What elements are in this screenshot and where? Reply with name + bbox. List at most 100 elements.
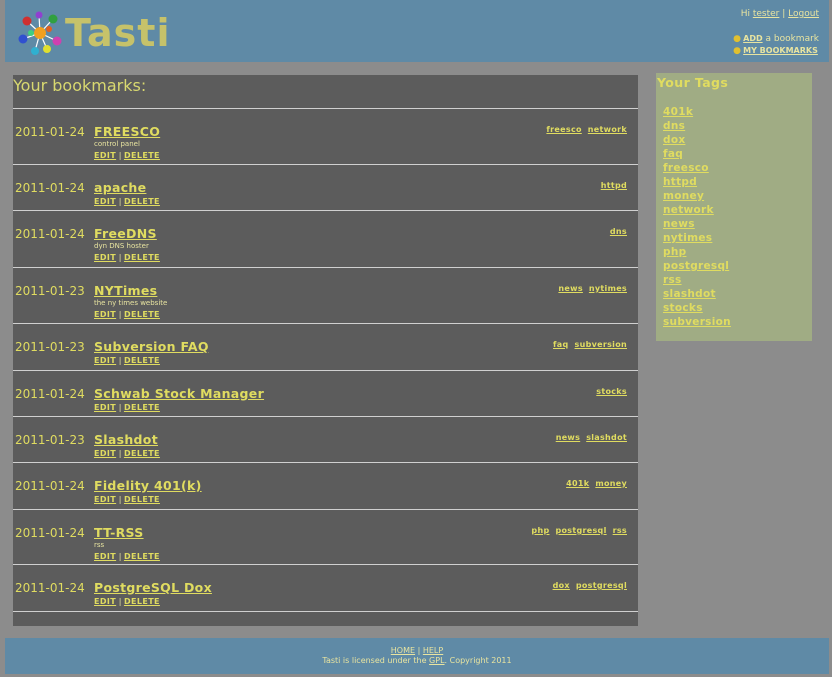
separator: | bbox=[118, 310, 122, 319]
tag-link[interactable]: slashdot bbox=[663, 287, 731, 301]
tag-link[interactable]: nytimes bbox=[589, 284, 627, 293]
bookmark-tags: 401k money bbox=[560, 479, 627, 488]
bullet-icon: ● bbox=[733, 46, 741, 56]
tag-link[interactable]: faq bbox=[663, 147, 731, 161]
help-link[interactable]: HELP bbox=[423, 646, 443, 655]
tag-link[interactable]: stocks bbox=[663, 301, 731, 315]
tag-link[interactable]: dox bbox=[663, 133, 731, 147]
delete-link[interactable]: DELETE bbox=[124, 253, 160, 262]
bookmark-row: 2011-01-24 apache EDIT | DELETE httpd bbox=[13, 165, 638, 211]
edit-link[interactable]: EDIT bbox=[94, 597, 116, 606]
home-link[interactable]: HOME bbox=[391, 646, 415, 655]
bookmark-tags: news nytimes bbox=[552, 284, 627, 293]
tag-link[interactable]: faq bbox=[553, 340, 569, 349]
tag-link[interactable]: rss bbox=[613, 526, 627, 535]
bookmark-tags: freesco network bbox=[540, 125, 627, 134]
tag-link[interactable]: postgresql bbox=[663, 259, 731, 273]
delete-link[interactable]: DELETE bbox=[124, 356, 160, 365]
header: Tasti Hi tester | Logout ● ADD a bookmar… bbox=[5, 0, 829, 62]
bookmark-tags: news slashdot bbox=[550, 433, 627, 442]
delete-link[interactable]: DELETE bbox=[124, 495, 160, 504]
tag-link[interactable]: freesco bbox=[546, 125, 581, 134]
tag-link[interactable]: 401k bbox=[663, 105, 731, 119]
bookmark-title-link[interactable]: Schwab Stock Manager bbox=[94, 386, 264, 401]
my-bookmarks-link[interactable]: MY BOOKMARKS bbox=[743, 46, 818, 55]
bookmark-tags: dox postgresql bbox=[547, 581, 627, 590]
tag-link[interactable]: news bbox=[558, 284, 582, 293]
tag-link[interactable]: 401k bbox=[566, 479, 589, 488]
bookmark-description: control panel bbox=[94, 140, 140, 148]
tag-link[interactable]: money bbox=[663, 189, 731, 203]
delete-link[interactable]: DELETE bbox=[124, 151, 160, 160]
edit-link[interactable]: EDIT bbox=[94, 495, 116, 504]
tag-link[interactable]: news bbox=[663, 217, 731, 231]
tag-link[interactable]: stocks bbox=[596, 387, 627, 396]
bookmarks-panel: Your bookmarks: 2011-01-24 FREESCO control… bbox=[13, 75, 638, 626]
delete-link[interactable]: DELETE bbox=[124, 197, 160, 206]
tag-link[interactable]: slashdot bbox=[586, 433, 627, 442]
bookmark-date: 2011-01-24 bbox=[15, 181, 85, 195]
my-bookmarks-row: ● MY BOOKMARKS bbox=[733, 45, 819, 57]
edit-link[interactable]: EDIT bbox=[94, 151, 116, 160]
tag-link[interactable]: dns bbox=[610, 227, 627, 236]
bookmark-actions: EDIT | DELETE bbox=[94, 495, 160, 504]
edit-link[interactable]: EDIT bbox=[94, 449, 116, 458]
tag-link[interactable]: rss bbox=[663, 273, 731, 287]
tag-link[interactable]: httpd bbox=[601, 181, 627, 190]
gpl-link[interactable]: GPL bbox=[429, 656, 444, 665]
bookmark-title-link[interactable]: apache bbox=[94, 180, 146, 195]
edit-link[interactable]: EDIT bbox=[94, 356, 116, 365]
bookmark-date: 2011-01-24 bbox=[15, 581, 85, 595]
tag-link[interactable]: php bbox=[663, 245, 731, 259]
bookmark-title-link[interactable]: NYTimes bbox=[94, 283, 157, 298]
delete-link[interactable]: DELETE bbox=[124, 597, 160, 606]
bookmark-title-link[interactable]: TT-RSS bbox=[94, 525, 144, 540]
app-name[interactable]: Tasti bbox=[65, 12, 170, 54]
tasti-logo-icon[interactable] bbox=[17, 11, 63, 55]
bookmark-title-link[interactable]: Slashdot bbox=[94, 432, 158, 447]
tag-link[interactable]: subversion bbox=[663, 315, 731, 329]
bookmark-date: 2011-01-24 bbox=[15, 479, 85, 493]
bookmark-date: 2011-01-24 bbox=[15, 387, 85, 401]
tag-link[interactable]: news bbox=[556, 433, 580, 442]
tag-link[interactable]: postgresql bbox=[555, 526, 606, 535]
tag-link[interactable]: freesco bbox=[663, 161, 731, 175]
tag-link[interactable]: php bbox=[531, 526, 549, 535]
delete-link[interactable]: DELETE bbox=[124, 449, 160, 458]
bookmark-title-link[interactable]: PostgreSQL Dox bbox=[94, 580, 212, 595]
tag-link[interactable]: network bbox=[588, 125, 627, 134]
bookmark-tags: php postgresql rss bbox=[525, 526, 627, 535]
add-bookmark-link[interactable]: ADD bbox=[743, 34, 762, 43]
tag-link[interactable]: postgresql bbox=[576, 581, 627, 590]
edit-link[interactable]: EDIT bbox=[94, 197, 116, 206]
edit-link[interactable]: EDIT bbox=[94, 403, 116, 412]
bookmark-title-link[interactable]: FreeDNS bbox=[94, 226, 157, 241]
bookmark-row: 2011-01-24 TT-RSS rss EDIT | DELETE php postg… bbox=[13, 510, 638, 565]
bookmark-date: 2011-01-23 bbox=[15, 433, 85, 447]
delete-link[interactable]: DELETE bbox=[124, 552, 160, 561]
bookmark-tags: dns bbox=[604, 227, 627, 236]
tag-link[interactable]: httpd bbox=[663, 175, 731, 189]
username-link[interactable]: tester bbox=[753, 9, 780, 19]
edit-link[interactable]: EDIT bbox=[94, 253, 116, 262]
separator: | bbox=[118, 449, 122, 458]
bookmark-row: 2011-01-24 Schwab Stock Manager EDIT | DEL… bbox=[13, 371, 638, 417]
tag-link[interactable]: money bbox=[595, 479, 627, 488]
tags-panel: Your Tags 401k dns dox faq freesco httpd money… bbox=[656, 73, 812, 341]
tag-link[interactable]: network bbox=[663, 203, 731, 217]
tag-link[interactable]: dns bbox=[663, 119, 731, 133]
logout-link[interactable]: Logout bbox=[788, 9, 819, 19]
edit-link[interactable]: EDIT bbox=[94, 552, 116, 561]
bookmark-description: dyn DNS hoster bbox=[94, 242, 149, 250]
bookmark-actions: EDIT | DELETE bbox=[94, 403, 160, 412]
tag-link[interactable]: subversion bbox=[575, 340, 627, 349]
tag-link[interactable]: dox bbox=[553, 581, 570, 590]
tag-link[interactable]: nytimes bbox=[663, 231, 731, 245]
bookmark-title-link[interactable]: Fidelity 401(k) bbox=[94, 478, 202, 493]
delete-link[interactable]: DELETE bbox=[124, 310, 160, 319]
bookmark-title-link[interactable]: FREESCO bbox=[94, 124, 160, 139]
delete-link[interactable]: DELETE bbox=[124, 403, 160, 412]
edit-link[interactable]: EDIT bbox=[94, 310, 116, 319]
separator: | bbox=[118, 151, 122, 160]
bookmark-title-link[interactable]: Subversion FAQ bbox=[94, 339, 209, 354]
